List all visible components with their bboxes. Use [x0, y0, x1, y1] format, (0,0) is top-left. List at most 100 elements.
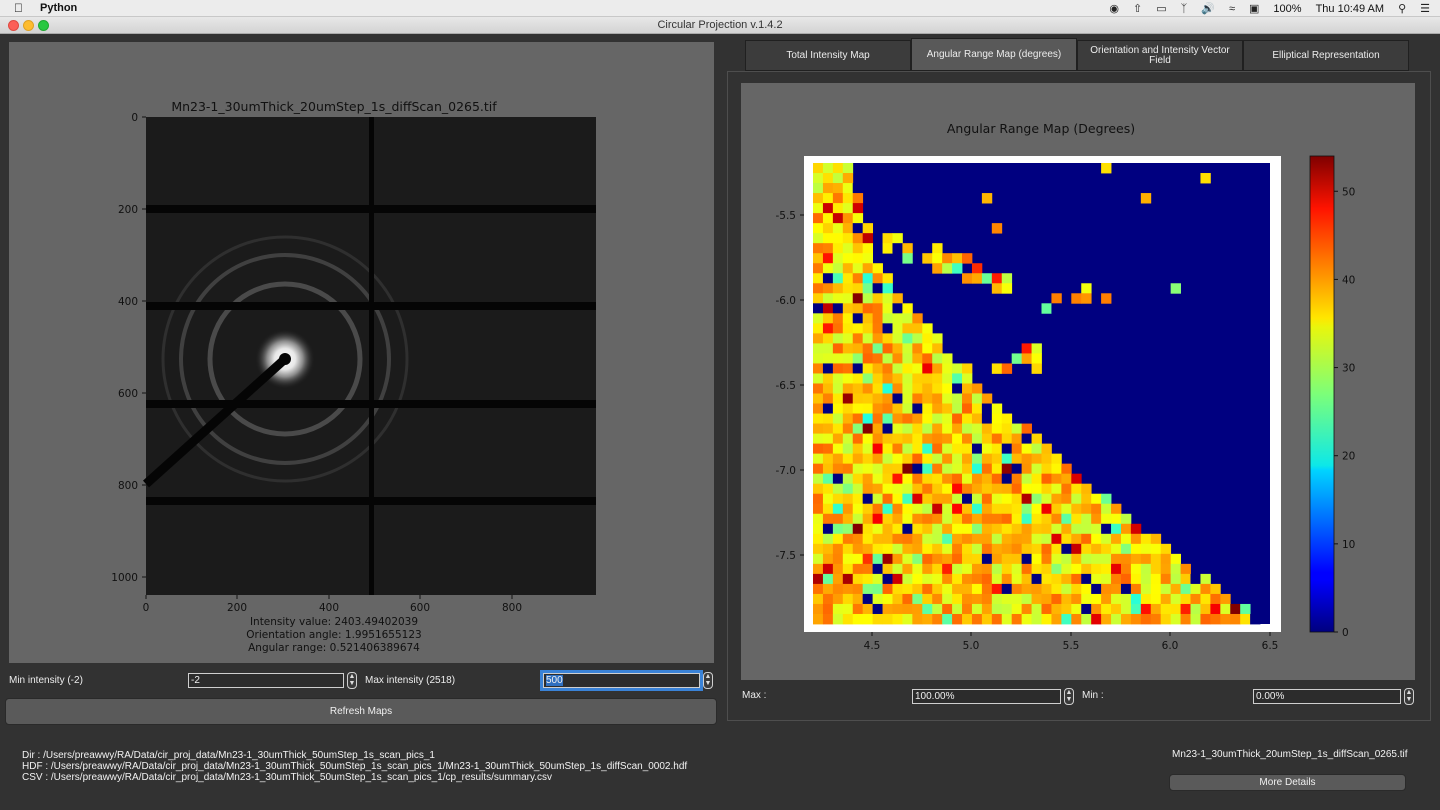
clock[interactable]: Thu 10:49 AM — [1316, 3, 1385, 15]
min-intensity-stepper[interactable]: ▲ ▼ — [347, 672, 357, 689]
heatmap-cell — [832, 283, 844, 294]
heatmap-cell — [1071, 543, 1082, 555]
diffraction-y-tick: 400 — [118, 296, 138, 308]
heatmap-cell — [1140, 553, 1152, 565]
heatmap-cell — [962, 393, 973, 404]
heatmap-cell — [1101, 513, 1112, 525]
min-intensity-input[interactable] — [188, 673, 344, 688]
battery-level[interactable]: 100% — [1273, 3, 1301, 15]
heatmap-cell — [832, 443, 844, 455]
heatmap-cell — [1041, 453, 1052, 465]
heatmap-cell — [872, 343, 883, 354]
heatmap-cell — [1071, 483, 1082, 495]
heatmap-cell — [922, 393, 933, 404]
heatmap-cell — [922, 253, 933, 264]
map-max-stepper[interactable]: ▲ ▼ — [1064, 688, 1074, 705]
search-icon[interactable]: ⚲ — [1398, 2, 1406, 15]
messages-icon[interactable]: ◉ — [1109, 2, 1119, 15]
bluetooth-icon[interactable]: ᛉ — [1181, 3, 1188, 15]
heatmap-cell — [962, 473, 973, 485]
heatmap-cell — [932, 483, 943, 495]
heatmap-cell — [902, 313, 913, 324]
heatmap-cell — [971, 533, 983, 545]
heatmap-cell — [912, 613, 923, 625]
heatmap-cell — [822, 433, 834, 445]
heatmap-cell — [1031, 433, 1042, 445]
heatmap-cell — [1021, 463, 1032, 475]
heatmap-cell — [1101, 493, 1112, 505]
app-name[interactable]: Python — [40, 2, 77, 14]
heatmap-cell — [862, 603, 874, 615]
heatmap-cell — [1041, 303, 1052, 314]
heatmap-cell — [832, 413, 844, 424]
map-min-input[interactable] — [1253, 689, 1401, 704]
heatmap-cell — [1031, 503, 1042, 515]
heatmap-cell — [892, 483, 903, 495]
heatmap-cell — [932, 363, 943, 374]
heatmap-cell — [862, 563, 874, 575]
upload-icon[interactable]: ⇧ — [1133, 2, 1142, 15]
heatmap-cell — [1160, 543, 1172, 555]
heatmap-cell — [852, 203, 864, 214]
heatmap-cell — [1130, 543, 1142, 555]
tab-orientation-vector-field[interactable]: Orientation and Intensity Vector Field — [1077, 40, 1243, 71]
heatmap-cell — [892, 573, 903, 585]
menu-list-icon[interactable]: ☰ — [1420, 2, 1430, 15]
heatmap-cell — [942, 573, 953, 585]
diffraction-plot[interactable]: Mn23-1_30umThick_20umStep_1s_diffScan_02… — [9, 42, 714, 663]
refresh-maps-button[interactable]: Refresh Maps — [5, 698, 717, 725]
heatmap-cell — [962, 363, 973, 374]
heatmap-cell — [1011, 433, 1023, 445]
heatmap-cell — [832, 293, 844, 304]
heatmap-cell — [1051, 463, 1062, 475]
heatmap-cell — [852, 483, 864, 495]
heatmap-cell — [952, 483, 963, 495]
volume-icon[interactable]: 🔊 — [1201, 2, 1215, 15]
heatmap-cell — [962, 413, 973, 424]
heatmap-cell — [932, 353, 943, 364]
heatmap-cell — [932, 603, 943, 615]
tab-total-intensity-map[interactable]: Total Intensity Map — [745, 40, 911, 71]
airplay-icon[interactable]: ▭ — [1156, 2, 1166, 15]
heatmap-cell — [862, 523, 874, 535]
heatmap-cell — [1180, 593, 1191, 605]
map-min-stepper[interactable]: ▲ ▼ — [1404, 688, 1414, 705]
heatmap-cell — [842, 303, 854, 314]
heatmap-cell — [832, 263, 844, 274]
heatmap-cell — [932, 343, 943, 354]
heatmap-cell — [981, 573, 993, 585]
heatmap-cell — [922, 323, 933, 334]
heatmap-cell — [991, 443, 1003, 455]
heatmap-cell — [1091, 573, 1102, 585]
heatmap-cell — [1220, 593, 1231, 605]
max-intensity-input[interactable]: 500 — [540, 670, 703, 691]
tab-angular-range-map[interactable]: Angular Range Map (degrees) — [911, 38, 1077, 71]
heatmap-cell — [813, 543, 824, 555]
max-intensity-stepper[interactable]: ▲ ▼ — [703, 672, 713, 689]
angular-range-plot[interactable]: Angular Range Map (Degrees) -5.5 -6.0 -6.5… — [741, 83, 1415, 680]
map-max-input[interactable] — [912, 689, 1061, 704]
heatmap-cell — [892, 513, 903, 525]
heatmap-cell — [1001, 423, 1013, 434]
heatmap-cell — [981, 603, 993, 615]
heatmap-cell — [971, 383, 983, 394]
heatmap-cell — [962, 403, 973, 414]
apple-icon[interactable]:  — [14, 1, 23, 15]
input-icon[interactable]: ▣ — [1249, 2, 1259, 15]
heatmap-cell — [1011, 443, 1023, 455]
tab-elliptical-representation[interactable]: Elliptical Representation — [1243, 40, 1409, 71]
heatmap-cell — [991, 583, 1003, 595]
heatmap-cell — [1081, 283, 1092, 294]
heatmap-cell — [912, 533, 923, 545]
heatmap-cell — [952, 363, 963, 374]
heatmap-cell — [862, 233, 874, 244]
heatmap-cell — [832, 223, 844, 234]
wifi-icon[interactable]: ≈ — [1229, 3, 1235, 15]
heatmap-cell — [862, 583, 874, 595]
heatmap-cell — [1011, 493, 1023, 505]
more-details-button[interactable]: More Details — [1169, 774, 1406, 791]
heatmap-cell — [852, 423, 864, 434]
heatmap-cell — [822, 563, 834, 575]
heatmap-cell — [832, 563, 844, 575]
heatmap-cell — [842, 463, 854, 475]
